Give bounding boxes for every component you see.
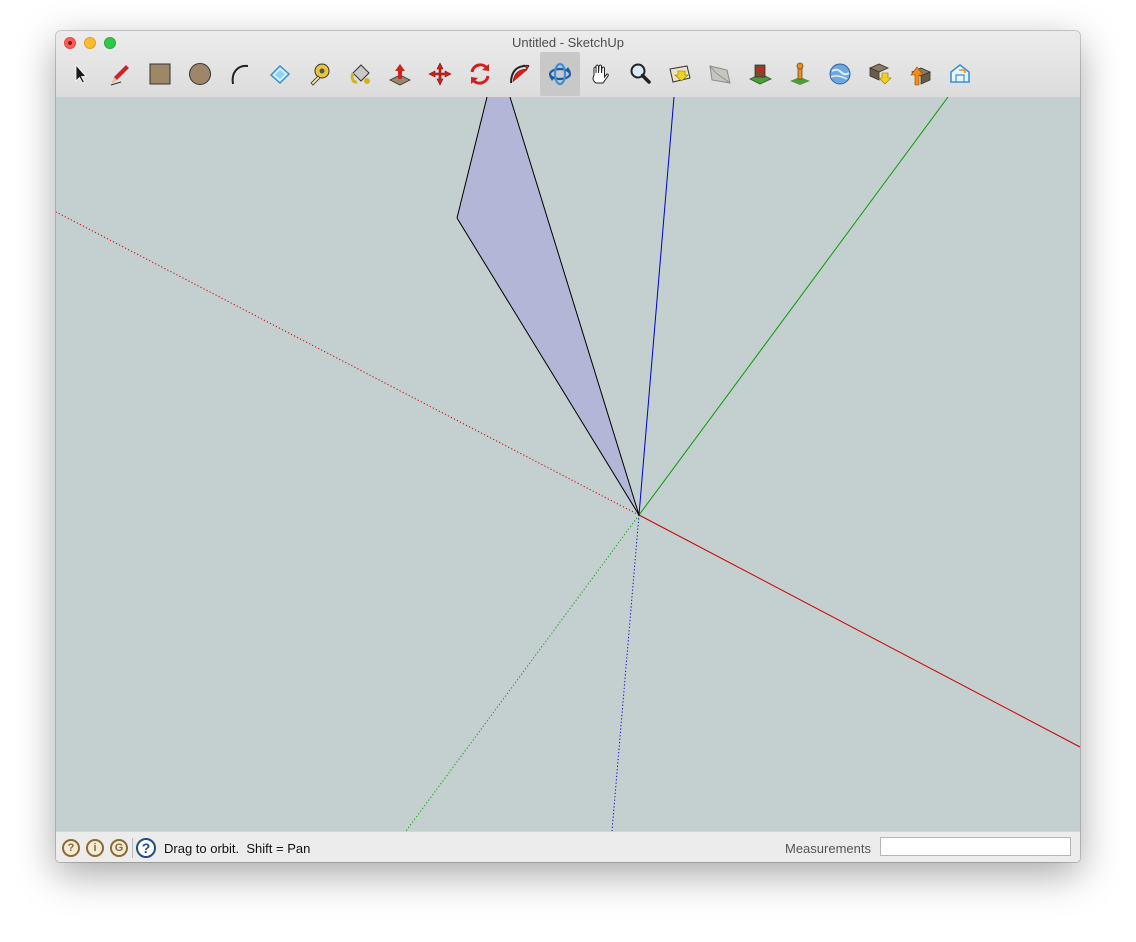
follow-me-tool-button[interactable] <box>500 52 540 96</box>
arc-tool-button[interactable] <box>220 52 260 96</box>
select-tool-button[interactable] <box>60 52 100 96</box>
orbit-icon <box>548 62 572 86</box>
zoom-tool-button[interactable] <box>620 52 660 96</box>
share-model-icon <box>910 66 931 86</box>
add-location-icon <box>749 64 772 85</box>
circle-icon <box>189 63 211 85</box>
blue-axis-negative <box>611 514 640 831</box>
move-tool-button[interactable] <box>420 52 460 96</box>
sketchup-window: Untitled - SketchUp ? i G ? Drag to orbi… <box>56 31 1080 862</box>
window-title: Untitled - SketchUp <box>512 35 624 50</box>
tape-measure-icon <box>310 63 330 86</box>
main-toolbar <box>60 52 980 96</box>
green-axis-negative <box>405 514 640 831</box>
measurements-input[interactable] <box>880 837 1071 856</box>
title-bar[interactable]: Untitled - SketchUp <box>56 31 1080 98</box>
move-icon <box>428 62 452 86</box>
arc-icon <box>231 64 249 85</box>
terrain-icon <box>790 62 810 85</box>
geo-location-icon[interactable]: ? <box>62 839 80 857</box>
status-divider <box>132 838 133 858</box>
rectangle-icon <box>149 63 171 85</box>
paint-bucket-tool-button[interactable] <box>340 52 380 96</box>
geometry-group <box>456 97 640 516</box>
status-bar: ? i G ? Drag to orbit. Shift = Pan Measu… <box>56 831 1080 862</box>
magnifier-icon <box>630 63 651 84</box>
get-models-tool-button[interactable] <box>860 52 900 96</box>
add-location-tool-button[interactable] <box>740 52 780 96</box>
extension-warehouse-icon <box>950 63 970 83</box>
eraser-tool-button[interactable] <box>260 52 300 96</box>
eraser-icon <box>269 64 291 85</box>
previous-view-icon <box>709 65 731 84</box>
zoom-extents-icon <box>669 65 691 83</box>
status-hint: Drag to orbit. Shift = Pan <box>164 841 311 856</box>
zoom-extents-tool-button[interactable] <box>660 52 700 96</box>
earth-icon <box>829 63 851 85</box>
tape-measure-tool-button[interactable] <box>300 52 340 96</box>
drawing-canvas[interactable] <box>56 97 1080 831</box>
share-model-tool-button[interactable] <box>900 52 940 96</box>
hand-icon <box>592 64 609 84</box>
help-icon[interactable]: ? <box>136 838 156 858</box>
paint-bucket-icon <box>350 64 370 84</box>
orbit-tool-button[interactable] <box>540 52 580 96</box>
toggle-terrain-tool-button[interactable] <box>780 52 820 96</box>
axes-group <box>56 97 1080 831</box>
measurements-label: Measurements <box>785 841 871 856</box>
blue-axis-positive <box>638 97 675 516</box>
rotate-tool-button[interactable] <box>460 52 500 96</box>
pan-tool-button[interactable] <box>580 52 620 96</box>
push-pull-icon <box>389 64 411 86</box>
scene-view[interactable] <box>56 97 1080 831</box>
push-pull-tool-button[interactable] <box>380 52 420 96</box>
face-polygon[interactable] <box>457 97 639 515</box>
credits-icon[interactable]: i <box>86 839 104 857</box>
pencil-icon <box>110 65 129 86</box>
line-tool-button[interactable] <box>100 52 140 96</box>
arrow-cursor-icon <box>75 63 87 84</box>
circle-tool-button[interactable] <box>180 52 220 96</box>
rectangle-tool-button[interactable] <box>140 52 180 96</box>
preview-google-earth-tool-button[interactable] <box>820 52 860 96</box>
follow-me-icon <box>510 64 530 84</box>
red-axis-positive <box>638 514 1080 748</box>
sign-in-icon[interactable]: G <box>110 839 128 857</box>
previous-view-tool-button[interactable] <box>700 52 740 96</box>
rotate-icon <box>470 63 490 85</box>
get-models-icon <box>869 63 892 85</box>
extension-warehouse-tool-button[interactable] <box>940 52 980 96</box>
green-axis-positive <box>638 97 949 516</box>
